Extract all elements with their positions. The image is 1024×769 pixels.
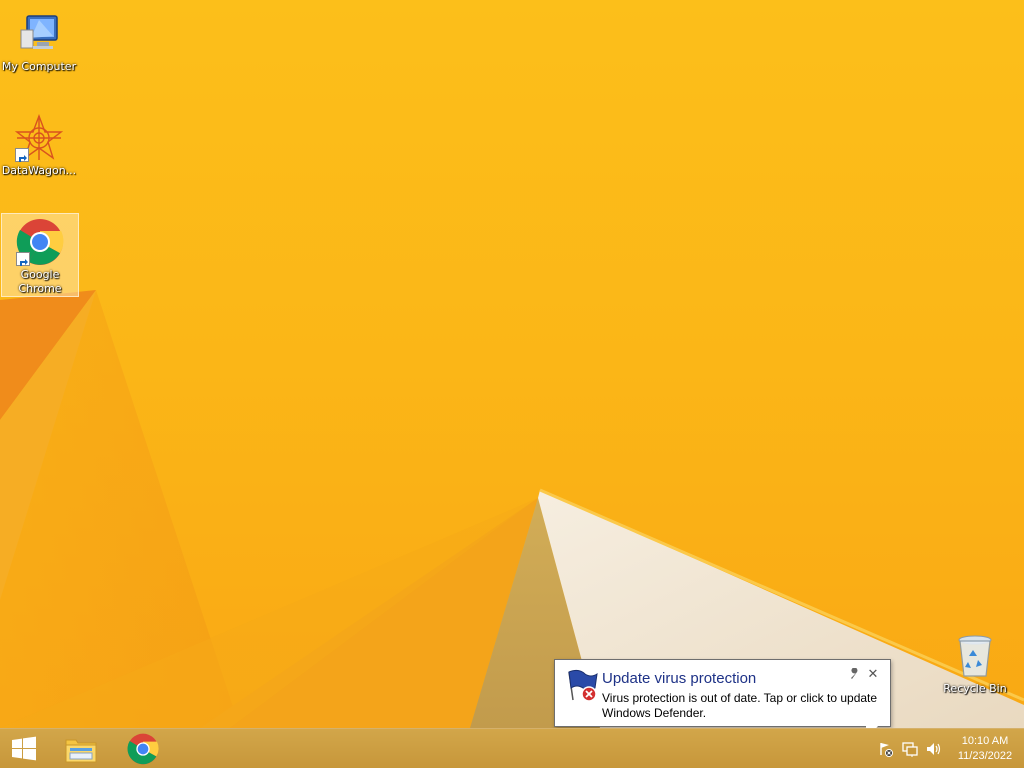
notification-message: Virus protection is out of date. Tap or … [602,691,878,720]
close-icon[interactable]: ✕ [866,668,880,682]
start-button[interactable] [0,729,48,769]
file-explorer-icon [65,739,97,763]
clock-time: 10:10 AM [961,735,1009,747]
desktop-icon-label: Recycle Bin [943,682,1007,695]
windows-logo-icon [12,736,36,761]
notification-balloon[interactable]: Update virus protection Virus protection… [554,659,891,727]
chrome-taskbar-button[interactable] [119,729,167,769]
desktop-icon-label: Google Chrome [18,268,62,295]
clock-date: 11/23/2022 [957,750,1013,762]
desktop-icon-my-computer[interactable]: My Computer [0,6,78,74]
taskbar[interactable]: 10:10 AM 11/23/2022 [0,728,1024,768]
desktop[interactable]: My Computer DataWagon... Google Chrome R… [0,0,1024,728]
clock[interactable]: 10:10 AM 11/23/2022 [946,734,1024,764]
action-center-icon[interactable] [874,729,898,769]
desktop-icon-google-chrome[interactable]: Google Chrome [1,213,79,297]
volume-icon[interactable] [922,729,946,769]
desktop-icon-label: DataWagon... [1,164,77,177]
datawagon-icon [14,114,64,162]
shortcut-arrow-icon [16,252,30,266]
options-wrench-icon[interactable] [848,667,862,682]
windows-defender-flag-icon [565,668,599,702]
recycle-bin-icon [951,632,999,680]
file-explorer-button[interactable] [57,729,105,769]
notification-title: Update virus protection [602,670,757,687]
desktop-icon-label: My Computer [1,60,77,73]
chrome-icon [127,733,159,765]
shortcut-arrow-icon [15,148,29,162]
wallpaper [0,290,1024,728]
desktop-icon-datawagon[interactable]: DataWagon... [0,110,78,178]
network-icon[interactable] [898,729,922,769]
chrome-icon [16,218,64,266]
system-tray: 10:10 AM 11/23/2022 [874,729,1024,769]
computer-icon [15,10,63,58]
desktop-icon-recycle-bin[interactable]: Recycle Bin [936,628,1014,696]
